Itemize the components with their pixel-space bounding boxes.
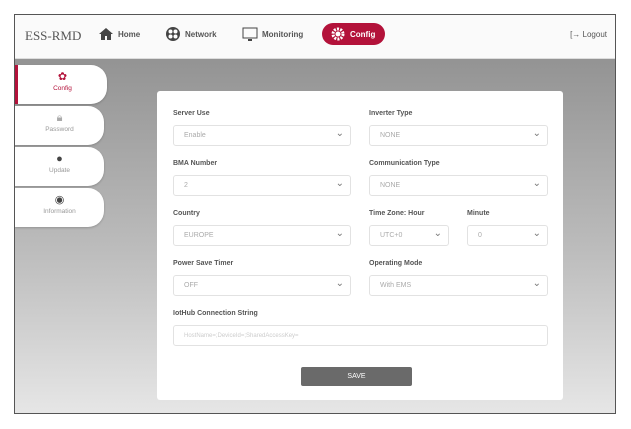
sidebar-item-update[interactable]: ● Update — [15, 147, 104, 186]
power-save-label: Power Save Timer — [173, 260, 234, 267]
iothub-label: IotHub Connection String — [173, 310, 258, 317]
logout-label: Logout — [582, 30, 607, 39]
timezone-minute-select[interactable]: 0 — [467, 225, 548, 246]
operating-mode-label: Operating Mode — [369, 260, 423, 267]
timezone-hour-label: Time Zone: Hour — [369, 210, 425, 217]
sidebar-label: Update — [49, 167, 70, 174]
globe-icon — [166, 27, 180, 41]
timezone-minute-label: Minute — [467, 210, 490, 217]
sidebar-item-information[interactable]: ◉ Information — [15, 188, 104, 227]
sidebar-label: Config — [53, 85, 72, 92]
sidebar-label: Information — [43, 208, 76, 215]
nav-config[interactable]: Config — [322, 23, 386, 45]
operating-mode-select[interactable]: With EMS — [369, 275, 548, 296]
server-use-select[interactable]: Enable — [173, 125, 351, 146]
update-icon: ● — [56, 153, 63, 165]
info-icon: ◉ — [54, 194, 65, 206]
iothub-connection-input[interactable]: HostName=;DeviceId=;SharedAccessKey= — [173, 325, 548, 346]
monitor-icon — [242, 27, 258, 41]
logout-icon: [→ — [570, 30, 583, 39]
sidebar-item-password[interactable]: 🔒︎ Password — [15, 106, 104, 145]
communication-type-select[interactable]: NONE — [369, 175, 548, 196]
app-window: ESS-RMD Home Network Monitoring Config [… — [14, 14, 616, 414]
gear-icon — [331, 27, 345, 41]
nav-label: Home — [118, 29, 141, 39]
sidebar-label: Password — [45, 126, 74, 133]
lock-icon: 🔒︎ — [56, 112, 63, 124]
bma-number-select[interactable]: 2 — [173, 175, 351, 196]
logout-button[interactable]: [→ Logout — [570, 30, 607, 39]
sidebar-item-config[interactable]: ✿ Config — [15, 65, 107, 104]
save-button[interactable]: SAVE — [301, 367, 412, 386]
country-label: Country — [173, 210, 200, 217]
inverter-type-select[interactable]: NONE — [369, 125, 548, 146]
gear-icon: ✿ — [57, 71, 68, 83]
home-icon — [99, 28, 113, 40]
nav-monitoring[interactable]: Monitoring — [242, 26, 303, 42]
nav-network[interactable]: Network — [165, 26, 217, 42]
bma-number-label: BMA Number — [173, 160, 218, 167]
nav-home[interactable]: Home — [98, 26, 140, 42]
nav-label: Network — [185, 29, 217, 39]
nav-label: Config — [350, 29, 376, 39]
communication-type-label: Communication Type — [369, 160, 440, 167]
top-nav: ESS-RMD Home Network Monitoring Config [… — [15, 15, 615, 59]
timezone-hour-select[interactable]: UTC+0 — [369, 225, 449, 246]
nav-label: Monitoring — [262, 29, 304, 39]
country-select[interactable]: EUROPE — [173, 225, 351, 246]
power-save-select[interactable]: OFF — [173, 275, 351, 296]
server-use-label: Server Use — [173, 110, 210, 117]
brand-logo: ESS-RMD — [25, 28, 82, 43]
inverter-type-label: Inverter Type — [369, 110, 413, 117]
config-form: Server Use Enable Inverter Type NONE BMA… — [157, 91, 563, 400]
